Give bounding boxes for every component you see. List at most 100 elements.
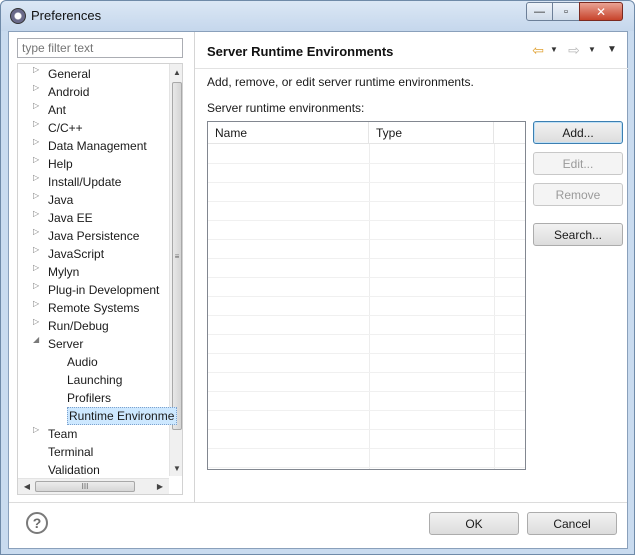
expand-arrow-icon[interactable]: ▷ [33, 209, 43, 227]
expand-arrow-icon[interactable]: ▷ [33, 281, 43, 299]
minimize-button[interactable]: — [526, 2, 553, 21]
cancel-button[interactable]: Cancel [527, 512, 617, 535]
tree-item[interactable]: JavaScript [48, 245, 104, 263]
tree-horizontal-scrollbar[interactable]: ◀ III ▶ [18, 478, 169, 494]
tree-item[interactable]: Audio [67, 353, 98, 371]
tree-item[interactable]: Run/Debug [48, 317, 109, 335]
help-icon[interactable]: ? [26, 512, 48, 534]
forward-arrow-icon[interactable]: ⇨ [565, 41, 583, 59]
tree-item-label: Run/Debug [48, 319, 109, 333]
title-bar[interactable]: Preferences — ▫ ✕ [1, 1, 634, 31]
expand-arrow-icon[interactable]: ▷ [33, 425, 43, 443]
add-button[interactable]: Add... [533, 121, 623, 144]
ok-button[interactable]: OK [429, 512, 519, 535]
tree-item[interactable]: General [48, 65, 91, 83]
back-arrow-icon[interactable]: ⇦ [529, 41, 547, 59]
view-menu-icon[interactable]: ▼ [605, 41, 619, 59]
table-row-line [208, 315, 525, 316]
column-header-name[interactable]: Name [208, 122, 369, 144]
scroll-right-icon[interactable]: ▶ [153, 479, 167, 494]
search-button[interactable]: Search... [533, 223, 623, 246]
expand-arrow-icon[interactable]: ▷ [33, 317, 43, 335]
bottom-separator [9, 502, 627, 503]
tree-item[interactable]: Validation [48, 461, 100, 479]
tree-item[interactable]: Install/Update [48, 173, 121, 191]
table-row-line [208, 372, 525, 373]
tree-item-label: Launching [67, 373, 123, 387]
expand-arrow-icon[interactable]: ▷ [33, 227, 43, 245]
tree-item-label: Ant [48, 103, 67, 117]
maximize-button[interactable]: ▫ [552, 2, 580, 21]
back-dropdown-icon[interactable]: ▼ [549, 41, 559, 59]
tree-item[interactable]: Java EE [48, 209, 93, 227]
expand-arrow-icon[interactable]: ▷ [33, 155, 43, 173]
table-row-line [208, 239, 525, 240]
panel-splitter[interactable] [194, 32, 195, 502]
tree-item-label: Server [48, 337, 84, 351]
expand-arrow-icon[interactable]: ▷ [33, 65, 43, 83]
tree-item[interactable]: Ant [48, 101, 66, 119]
tree-item[interactable]: Java [48, 191, 73, 209]
tree-item-label: Java Persistence [48, 229, 140, 243]
tree-item[interactable]: C/C++ [48, 119, 83, 137]
filter-field[interactable] [17, 38, 183, 58]
table-row-line [208, 201, 525, 202]
table-header: Name Type [208, 122, 525, 144]
expand-arrow-icon[interactable]: ▷ [33, 245, 43, 263]
expand-arrow-icon[interactable]: ▷ [33, 137, 43, 155]
runtime-list-label: Server runtime environments: [207, 101, 365, 115]
expand-arrow-icon[interactable]: ▷ [33, 299, 43, 317]
tree-item[interactable]: Remote Systems [48, 299, 139, 317]
expand-arrow-icon[interactable]: ▷ [33, 101, 43, 119]
table-row-line [208, 410, 525, 411]
scroll-down-icon[interactable]: ▼ [170, 462, 182, 476]
tree-item-label: Terminal [48, 445, 94, 459]
column-divider [494, 144, 495, 469]
tree-item-label: Java [48, 193, 74, 207]
tree-item[interactable]: Launching [67, 371, 122, 389]
scroll-up-icon[interactable]: ▲ [170, 66, 182, 80]
window-title: Preferences [31, 8, 102, 23]
expand-arrow-icon[interactable]: ▷ [33, 119, 43, 137]
table-row-line [208, 353, 525, 354]
tree-item[interactable]: Terminal [48, 443, 93, 461]
preference-tree[interactable]: ▲ ≡ ▼ ◀ III ▶ ▷ General ▷ Android ▷ Ant ▷ C/C++… [17, 63, 183, 495]
tree-item-label: Remote Systems [48, 301, 140, 315]
expand-arrow-icon[interactable]: ▷ [33, 173, 43, 191]
remove-button[interactable]: Remove [533, 183, 623, 206]
column-header-type[interactable]: Type [369, 122, 494, 144]
collapse-arrow-icon[interactable]: ◢ [33, 335, 43, 353]
hscroll-thumb[interactable]: III [35, 481, 135, 492]
runtime-table[interactable]: Name Type [207, 121, 526, 470]
dialog-body: ▲ ≡ ▼ ◀ III ▶ ▷ General ▷ Android ▷ Ant ▷ C/C++… [8, 31, 628, 549]
edit-button[interactable]: Edit... [533, 152, 623, 175]
table-row-line [208, 448, 525, 449]
tree-item[interactable]: Data Management [48, 137, 147, 155]
tree-item[interactable]: Profilers [67, 389, 111, 407]
tree-item[interactable]: Android [48, 83, 89, 101]
tree-item[interactable]: Mylyn [48, 263, 79, 281]
forward-dropdown-icon[interactable]: ▼ [587, 41, 597, 59]
page-description: Add, remove, or edit server runtime envi… [207, 75, 474, 89]
tree-item[interactable]: Plug-in Development [48, 281, 159, 299]
tree-item-label: Profilers [67, 391, 112, 405]
tree-item[interactable]: Help [48, 155, 73, 173]
title-separator [195, 68, 628, 69]
scroll-left-icon[interactable]: ◀ [20, 479, 34, 494]
tree-item[interactable]: Java Persistence [48, 227, 139, 245]
expand-arrow-icon[interactable]: ▷ [33, 263, 43, 281]
expand-arrow-icon[interactable]: ▷ [33, 83, 43, 101]
tree-item-label: Runtime Environme [69, 409, 175, 423]
tree-item[interactable]: Server [48, 335, 83, 353]
filter-input[interactable] [18, 39, 182, 57]
expand-arrow-icon[interactable]: ▷ [33, 191, 43, 209]
tree-item-label: Audio [67, 355, 98, 369]
scroll-thumb[interactable]: ≡ [172, 82, 182, 430]
page-title: Server Runtime Environments [207, 44, 394, 59]
tree-item-label: Help [48, 157, 73, 171]
tree-item[interactable]: Runtime Environme [67, 407, 178, 425]
tree-item[interactable]: Team [48, 425, 77, 443]
tree-item-label: Plug-in Development [48, 283, 160, 297]
tree-item-label: General [48, 67, 91, 81]
close-button[interactable]: ✕ [579, 2, 623, 21]
